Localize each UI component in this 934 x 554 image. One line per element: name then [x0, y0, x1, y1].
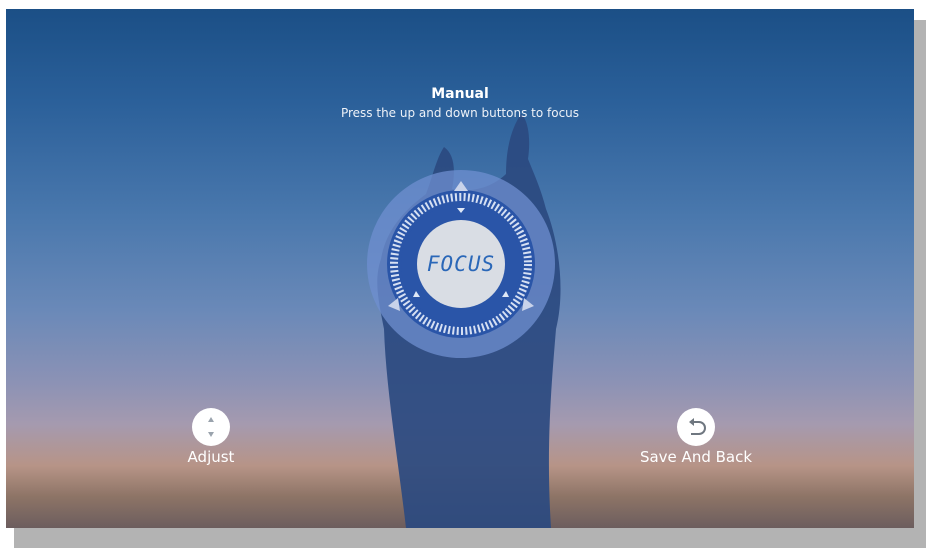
save-and-back-control[interactable]: Save And Back — [626, 408, 766, 466]
return-arrow-icon — [689, 418, 706, 435]
save-and-back-label: Save And Back — [639, 448, 753, 466]
page-title: Manual — [431, 86, 489, 102]
adjust-label: Adjust — [187, 448, 235, 466]
page-subtitle: Press the up and down buttons to focus — [340, 106, 580, 120]
focus-screen: Manual Press the up and down buttons to … — [6, 9, 914, 528]
adjust-control[interactable]: Adjust — [170, 408, 252, 466]
up-down-arrows-icon — [208, 417, 214, 437]
adjust-button[interactable] — [192, 408, 230, 446]
dial-label: FOCUS — [426, 252, 496, 276]
header: Manual Press the up and down buttons to … — [6, 85, 914, 121]
focus-dial[interactable]: FOCUS — [366, 169, 556, 359]
save-and-back-button[interactable] — [677, 408, 715, 446]
